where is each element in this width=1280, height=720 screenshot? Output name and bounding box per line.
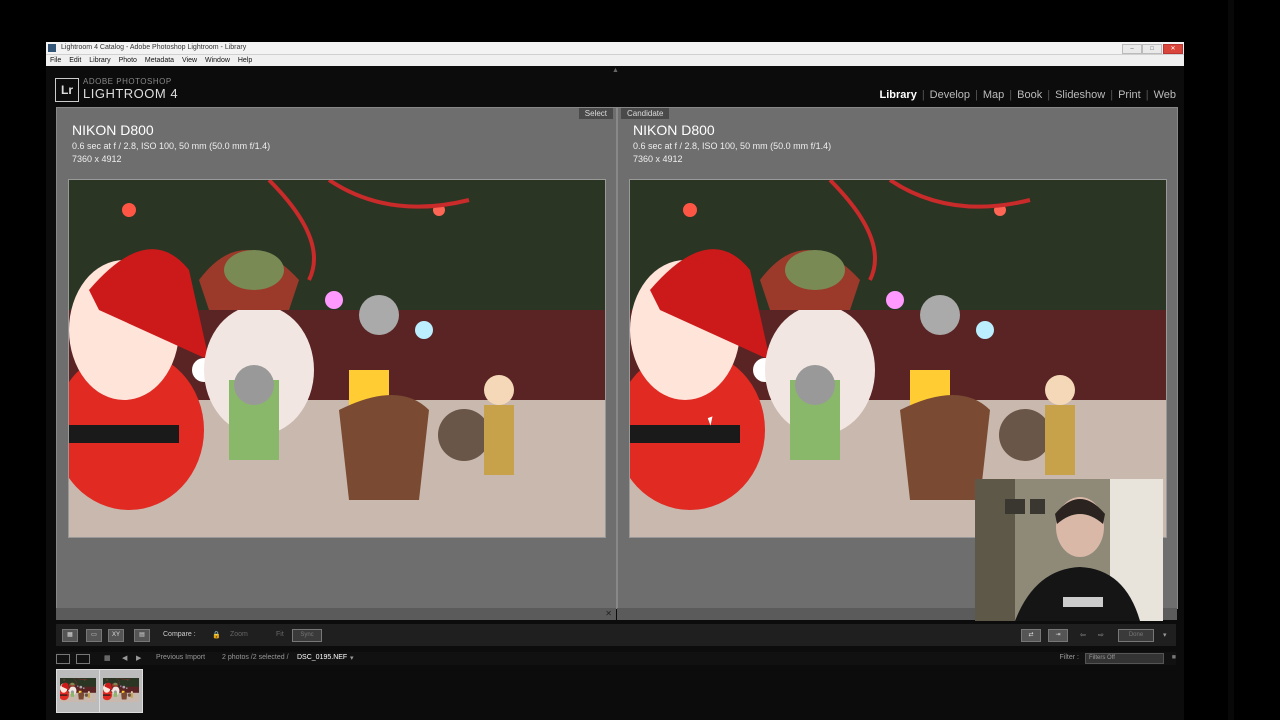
adobe-label: ADOBE PHOTOSHOP (83, 77, 172, 86)
select-pane-footer: ✕ (56, 608, 616, 620)
back-arrow-icon[interactable]: ◀ (122, 654, 127, 662)
module-separator: | (1009, 89, 1013, 101)
select-photo[interactable] (68, 179, 606, 538)
exif-info: 0.6 sec at f / 2.8, ISO 100, 50 mm (50.0… (72, 141, 271, 151)
close-button[interactable]: ✕ (1163, 44, 1183, 54)
module-separator: | (1110, 89, 1114, 101)
image-dimensions: 7360 x 4912 (72, 154, 122, 164)
filter-label: Filter : (1059, 654, 1079, 661)
grid-icon[interactable]: ▦ (104, 654, 111, 662)
loupe-view-icon[interactable]: ▭ (86, 629, 102, 642)
camera-model: NIKON D800 (633, 122, 715, 138)
module-picker: Library | Develop | Map | Book | Slideshow | Print… (878, 89, 1178, 101)
maximize-button[interactable]: □ (1142, 44, 1162, 54)
top-panel-toggle-icon[interactable]: ▲ (612, 67, 619, 74)
module-separator: | (1047, 89, 1051, 101)
forward-arrow-icon[interactable]: ▶ (136, 654, 141, 662)
module-book[interactable]: Book (1017, 89, 1042, 101)
window-title: Lightroom 4 Catalog - Adobe Photoshop Li… (61, 44, 247, 51)
compare-view-button[interactable]: XY (108, 629, 124, 642)
secondary-display-icon[interactable] (76, 654, 90, 664)
module-develop[interactable]: Develop (930, 89, 970, 101)
filmstrip-thumbnail[interactable] (56, 669, 100, 713)
compare-select-pane[interactable]: Select NIKON D800 0.6 sec at f / 2.8, IS… (56, 107, 617, 609)
grid-view-icon[interactable]: ▦ (62, 629, 78, 642)
close-icon[interactable]: ✕ (605, 609, 612, 618)
module-map[interactable]: Map (983, 89, 1004, 101)
primary-display-icon[interactable] (56, 654, 70, 664)
app-icon (48, 44, 56, 52)
module-library[interactable]: Library (880, 89, 917, 101)
image-dimensions: 7360 x 4912 (633, 154, 683, 164)
select-badge: Select (578, 108, 613, 119)
done-button[interactable]: Done (1118, 629, 1154, 642)
module-web[interactable]: Web (1154, 89, 1176, 101)
zoom-value[interactable]: Fit (276, 631, 284, 638)
module-separator: | (975, 89, 978, 101)
filmstrip-thumbnail[interactable] (99, 669, 143, 713)
candidate-badge: Candidate (621, 108, 670, 119)
product-name: LIGHTROOM 4 (83, 86, 179, 101)
survey-view-icon[interactable]: ▤ (134, 629, 150, 642)
filter-select[interactable]: Filters Off (1085, 653, 1164, 664)
camera-model: NIKON D800 (72, 122, 154, 138)
swap-icon[interactable]: ⇄ (1021, 629, 1041, 642)
compare-label: Compare : (163, 631, 196, 638)
zoom-label: Zoom (230, 631, 248, 638)
minimize-button[interactable]: – (1122, 44, 1142, 54)
module-separator: | (921, 89, 925, 101)
current-filename[interactable]: DSC_0195.NEF (297, 654, 347, 661)
filmstrip-bar: ▦ ◀ ▶ Previous Import 2 photos /2 select… (56, 652, 1176, 665)
filter-lock-icon[interactable]: ■ (1172, 654, 1176, 661)
lock-icon[interactable]: 🔒 (212, 631, 221, 639)
module-separator: | (1145, 89, 1149, 101)
menu-window[interactable]: Window (205, 57, 230, 64)
module-print[interactable]: Print (1118, 89, 1141, 101)
window-title-bar: Lightroom 4 Catalog - Adobe Photoshop Li… (46, 42, 1184, 55)
menu-library[interactable]: Library (89, 57, 110, 64)
toolbar: ▦ ▭ XY ▤ Compare : 🔒 Zoom Fit Sync ⇄ ⇥ ⇦… (56, 624, 1176, 646)
menu-file[interactable]: File (50, 57, 61, 64)
menu-edit[interactable]: Edit (69, 57, 81, 64)
menu-help[interactable]: Help (238, 57, 252, 64)
lightroom-logo-icon: Lr (55, 78, 79, 102)
exif-info: 0.6 sec at f / 2.8, ISO 100, 50 mm (50.0… (633, 141, 832, 151)
filename-dropdown-icon[interactable]: ▾ (350, 654, 354, 662)
toolbar-menu-chevron-icon[interactable]: ▾ (1163, 631, 1167, 639)
previous-arrow-icon[interactable]: ⇦ (1080, 631, 1086, 639)
module-slideshow[interactable]: Slideshow (1055, 89, 1105, 101)
menu-bar: File Edit Library Photo Metadata View Wi… (46, 55, 1184, 66)
webcam-overlay (975, 479, 1163, 621)
screen-edge (1228, 0, 1234, 720)
source-label[interactable]: Previous Import (156, 654, 205, 661)
sync-button[interactable]: Sync (292, 629, 322, 642)
make-select-icon[interactable]: ⇥ (1048, 629, 1068, 642)
next-arrow-icon[interactable]: ⇨ (1098, 631, 1104, 639)
menu-metadata[interactable]: Metadata (145, 57, 174, 64)
selection-count: 2 photos /2 selected / (222, 654, 289, 661)
menu-view[interactable]: View (182, 57, 197, 64)
menu-photo[interactable]: Photo (119, 57, 137, 64)
